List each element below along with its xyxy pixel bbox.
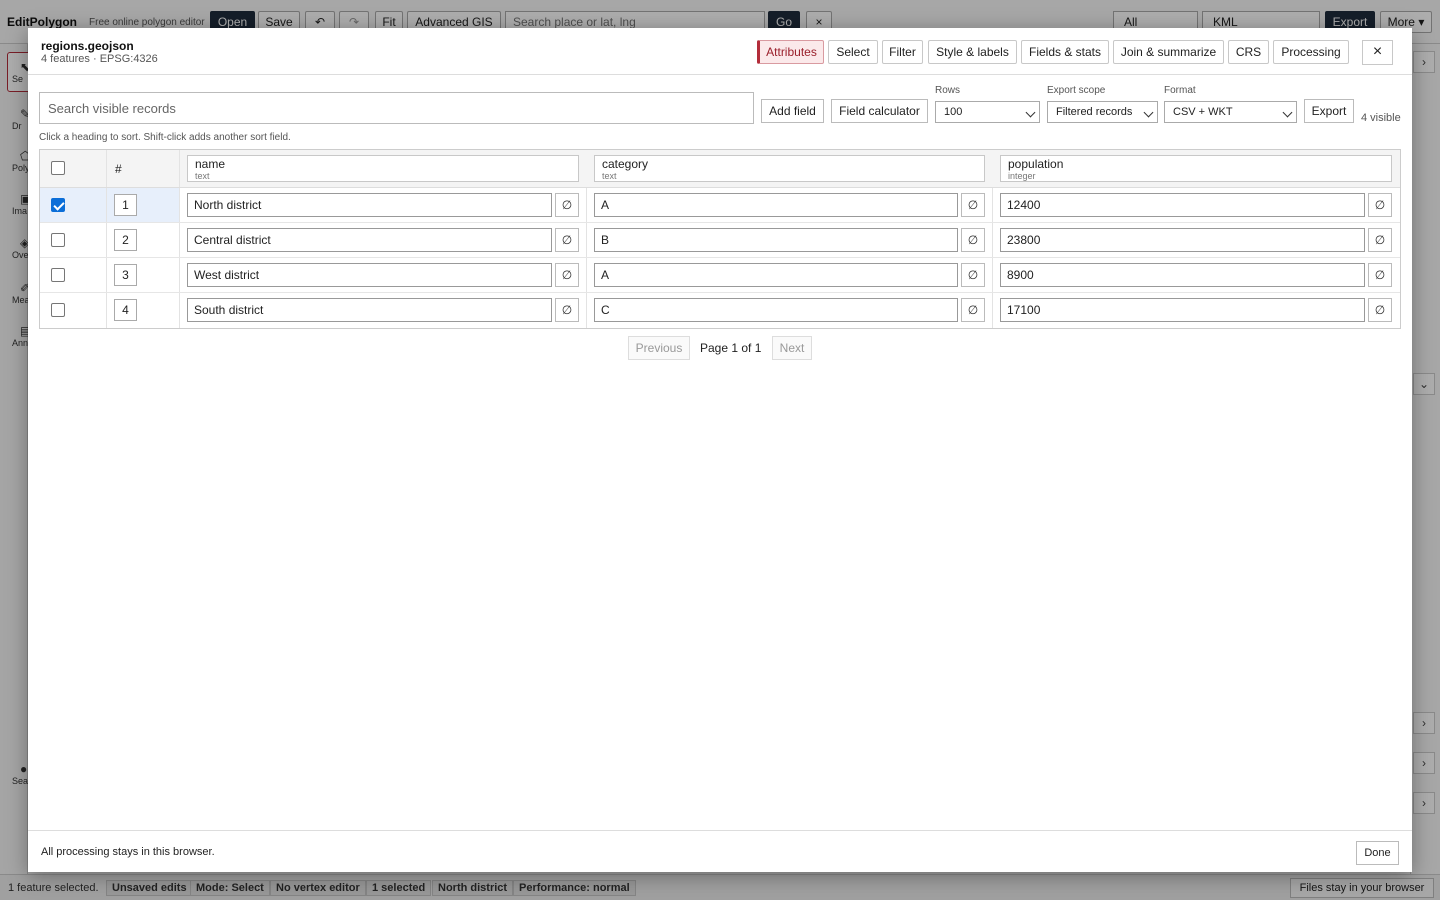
set-null-icon[interactable]: ∅ — [555, 298, 579, 322]
tab-attributes[interactable]: Attributes — [757, 40, 824, 64]
header-check-cell — [40, 150, 107, 187]
previous-page-button[interactable]: Previous — [628, 336, 690, 360]
category-cell-input[interactable]: A — [594, 263, 958, 287]
rows-select[interactable]: 100 — [935, 101, 1040, 123]
name-cell-input[interactable]: Central district — [187, 228, 552, 252]
search-records-input[interactable] — [39, 92, 754, 124]
done-button[interactable]: Done — [1356, 841, 1399, 865]
export-button[interactable]: Export — [1304, 99, 1354, 123]
population-cell-input[interactable]: 12400 — [1000, 193, 1365, 217]
column-header-population[interactable]: population integer — [1000, 155, 1392, 182]
name-cell-input[interactable]: South district — [187, 298, 552, 322]
row-checkbox[interactable] — [51, 303, 65, 317]
population-cell-input[interactable]: 23800 — [1000, 228, 1365, 252]
export-format-select[interactable]: CSV + WKT — [1164, 101, 1297, 123]
name-cell-input[interactable]: North district — [187, 193, 552, 217]
category-cell-input[interactable]: A — [594, 193, 958, 217]
row-number: 2 — [114, 229, 137, 251]
tab-filter[interactable]: Filter — [882, 40, 923, 64]
select-all-checkbox[interactable] — [51, 161, 65, 175]
category-cell-input[interactable]: B — [594, 228, 958, 252]
set-null-icon[interactable]: ∅ — [961, 263, 985, 287]
table-header: # name text category text population int… — [40, 150, 1400, 188]
set-null-icon[interactable]: ∅ — [555, 193, 579, 217]
row-number-heading[interactable]: # — [115, 162, 122, 176]
set-null-icon[interactable]: ∅ — [1368, 193, 1392, 217]
row-checkbox[interactable] — [51, 268, 65, 282]
visible-count: 4 visible — [1361, 112, 1401, 124]
export-scope-label: Export scope — [1047, 85, 1106, 96]
tab-processing[interactable]: Processing — [1273, 40, 1349, 64]
sort-hint: Click a heading to sort. Shift-click add… — [39, 132, 291, 143]
dialog-footer: All processing stays in this browser. Do… — [28, 830, 1412, 872]
set-null-icon[interactable]: ∅ — [555, 228, 579, 252]
set-null-icon[interactable]: ∅ — [555, 263, 579, 287]
tab-join-summarize[interactable]: Join & summarize — [1113, 40, 1224, 64]
population-cell-input[interactable]: 8900 — [1000, 263, 1365, 287]
population-cell-input[interactable]: 17100 — [1000, 298, 1365, 322]
row-checkbox[interactable] — [51, 198, 65, 212]
column-header-category[interactable]: category text — [594, 155, 985, 182]
close-icon[interactable]: × — [1362, 40, 1393, 65]
row-number: 3 — [114, 264, 137, 286]
attribute-table: # name text category text population int… — [39, 149, 1401, 329]
table-row[interactable]: 3 West district ∅ A ∅ 8900 ∅ — [40, 258, 1400, 293]
table-row[interactable]: 1 North district ∅ A ∅ 12400 ∅ — [40, 188, 1400, 223]
rows-label: Rows — [935, 85, 961, 96]
table-row[interactable]: 4 South district ∅ C ∅ 17100 ∅ — [40, 293, 1400, 328]
set-null-icon[interactable]: ∅ — [961, 228, 985, 252]
name-cell-input[interactable]: West district — [187, 263, 552, 287]
category-cell-input[interactable]: C — [594, 298, 958, 322]
attribute-table-dialog: regions.geojson 4 features · EPSG:4326 A… — [28, 28, 1412, 872]
row-number: 4 — [114, 299, 137, 321]
row-checkbox[interactable] — [51, 233, 65, 247]
set-null-icon[interactable]: ∅ — [1368, 298, 1392, 322]
set-null-icon[interactable]: ∅ — [961, 193, 985, 217]
next-page-button[interactable]: Next — [772, 336, 812, 360]
chevron-down-icon — [1025, 107, 1036, 118]
row-number: 1 — [114, 194, 137, 216]
dialog-header: regions.geojson 4 features · EPSG:4326 A… — [28, 28, 1412, 75]
add-field-button[interactable]: Add field — [761, 99, 824, 123]
tab-crs[interactable]: CRS — [1228, 40, 1269, 64]
set-null-icon[interactable]: ∅ — [1368, 228, 1392, 252]
chevron-down-icon — [1282, 107, 1293, 118]
dialog-title: regions.geojson — [41, 39, 134, 53]
set-null-icon[interactable]: ∅ — [1368, 263, 1392, 287]
field-calculator-button[interactable]: Field calculator — [831, 99, 928, 123]
column-header-name[interactable]: name text — [187, 155, 579, 182]
table-row[interactable]: 2 Central district ∅ B ∅ 23800 ∅ — [40, 223, 1400, 258]
tab-select[interactable]: Select — [828, 40, 878, 64]
tab-style-labels[interactable]: Style & labels — [928, 40, 1017, 64]
chevron-down-icon — [1143, 107, 1154, 118]
tab-fields-stats[interactable]: Fields & stats — [1021, 40, 1109, 64]
export-scope-select[interactable]: Filtered records — [1047, 101, 1158, 123]
dialog-subtitle: 4 features · EPSG:4326 — [41, 53, 158, 65]
footer-note: All processing stays in this browser. — [41, 846, 215, 858]
set-null-icon[interactable]: ∅ — [961, 298, 985, 322]
format-label: Format — [1164, 85, 1196, 96]
page-indicator: Page 1 of 1 — [700, 341, 762, 355]
